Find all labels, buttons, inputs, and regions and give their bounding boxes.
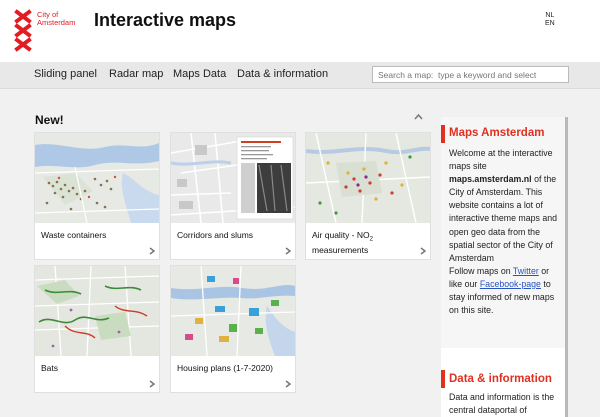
header: City of Amsterdam Interactive maps NL EN [0,0,600,62]
nav-radar-map[interactable]: Radar map [109,68,163,80]
info-sidebar: Maps Amsterdam Welcome at the interactiv… [441,117,568,417]
sidebar-intro: Welcome at the interactive maps site map… [449,147,561,317]
section-title-data-information: Data & information [449,373,552,385]
site-name: maps.amsterdam.nl [449,174,532,185]
card-label-text: Air quality - NO [312,230,370,240]
nav-maps-data[interactable]: Maps Data [173,68,226,80]
chevron-right-icon[interactable] [285,247,291,255]
map-thumbnail [171,266,295,356]
facebook-link[interactable]: Facebook-page [480,279,541,289]
page-title[interactable]: Interactive maps [94,10,236,31]
map-card[interactable]: Waste containers [34,132,160,260]
intro-text-1: Welcome at the interactive maps site [449,148,553,172]
map-thumbnail [35,133,159,223]
follow-text: Follow maps on [449,265,511,276]
language-en[interactable]: EN [545,20,555,28]
card-label-subscript: 2 [369,236,373,243]
section-accent [441,125,445,143]
map-card[interactable]: Air quality - NO2 measurements [305,132,431,260]
search-input[interactable] [372,66,569,83]
card-label: Bats [41,363,59,373]
map-card[interactable]: Bats [34,265,160,393]
card-label: Housing plans (1-7-2020) [177,363,273,373]
navbar: Sliding panel Radar map Maps Data Data &… [0,62,600,89]
chevron-right-icon[interactable] [285,380,291,388]
nav-data-information[interactable]: Data & information [237,68,328,80]
card-label: Air quality - NO2 measurements [312,230,373,255]
twitter-link[interactable]: Twitter [513,266,539,276]
map-card[interactable]: Corridors and slums [170,132,296,260]
section-text: Data and information is the central data… [449,392,555,416]
map-thumbnail [171,133,295,223]
map-card[interactable]: Housing plans (1-7-2020) [170,265,296,393]
card-label: Waste containers [41,230,107,240]
card-label: Corridors and slums [177,230,254,240]
maps-amsterdam-box: Maps Amsterdam Welcome at the interactiv… [441,117,565,348]
section-accent [441,370,445,388]
logo-text[interactable]: City of Amsterdam [37,11,75,27]
chevron-up-icon[interactable] [414,113,423,120]
amsterdam-crosses-logo[interactable] [14,9,34,53]
card-label-line2: measurements [312,244,369,255]
language-nl[interactable]: NL [545,12,555,20]
language-switcher: NL EN [545,12,555,28]
nav-sliding-panel[interactable]: Sliding panel [34,68,97,80]
intro-text-2: of the City of Amsterdam. This website c… [449,174,558,263]
map-thumbnail [35,266,159,356]
chevron-right-icon[interactable] [149,247,155,255]
chevron-right-icon[interactable] [149,380,155,388]
logo-line-2: Amsterdam [37,18,76,27]
map-thumbnail [306,133,430,223]
chevron-right-icon[interactable] [420,247,426,255]
sidebar-title: Maps Amsterdam [449,127,545,139]
section-title: New! [35,113,64,127]
